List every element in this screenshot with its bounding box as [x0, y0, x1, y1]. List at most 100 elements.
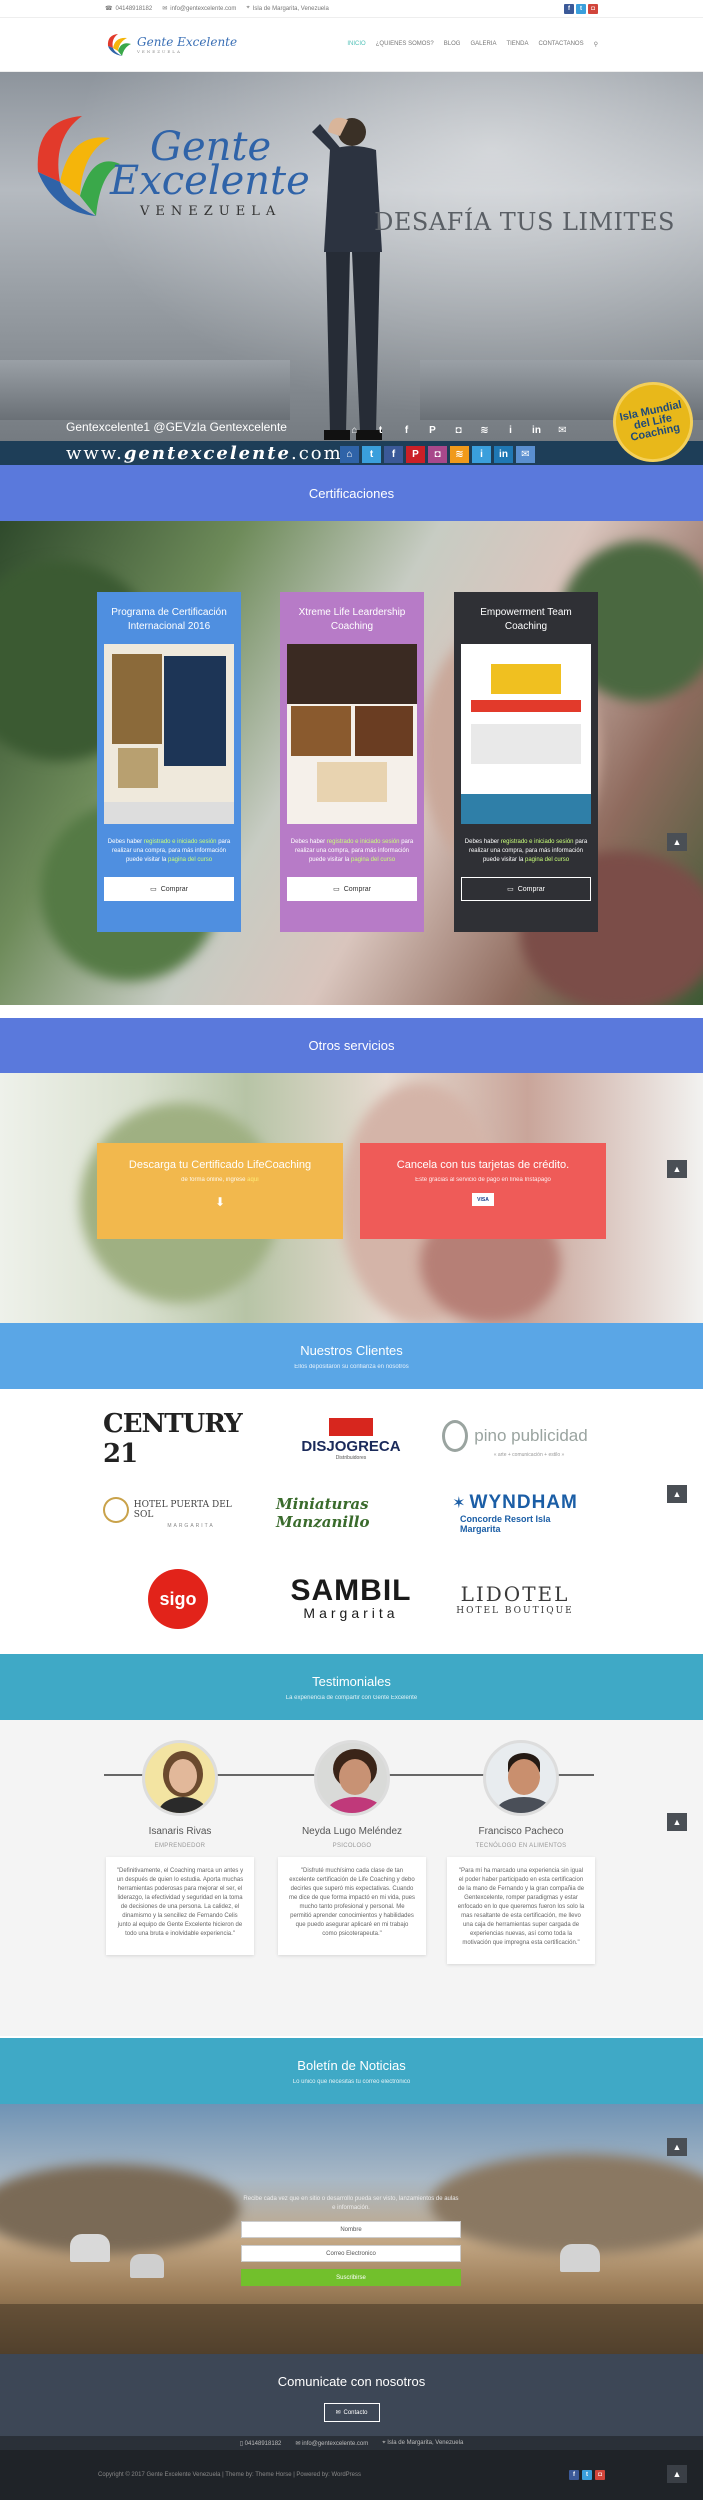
client-logo-lidotel[interactable]: LIDOTEL HOTEL BOUTIQUE	[440, 1569, 590, 1629]
cert-desc-pre: Debes haber	[464, 839, 501, 845]
client-logo-sigo[interactable]: sigo	[103, 1569, 253, 1629]
client-logo-puerta-del-sol[interactable]: HOTEL PUERTA DEL SOL MARGARITA	[103, 1483, 253, 1543]
linkedin-icon: in	[494, 446, 513, 463]
email-input[interactable]: Correo Electronico	[241, 2245, 461, 2262]
instagram-icon[interactable]: ◘	[595, 2470, 605, 2480]
name-input[interactable]: Nombre	[241, 2221, 461, 2238]
hero-logo-icon	[37, 116, 120, 216]
logo-text[interactable]: Gente Excelente	[137, 35, 237, 49]
cert-login-link[interactable]: registrado e iniciado sesión	[144, 839, 217, 845]
footer-email-text[interactable]: info@gentexcelente.com	[302, 2441, 368, 2447]
otros-servicios-header: Otros servicios	[0, 1018, 703, 1073]
linkedin-icon: in	[532, 425, 541, 436]
instagram-icon[interactable]: ◘	[588, 3, 598, 14]
client-name: HOTEL PUERTA DEL SOL	[133, 1500, 232, 1520]
home-icon: ⌂	[351, 425, 358, 436]
mailbox-graphic	[70, 2234, 110, 2262]
facebook-icon[interactable]: f	[564, 3, 574, 14]
mail-icon: ✉	[516, 446, 535, 463]
client-logo-disjogreca[interactable]: DISJOGRECA Distribuidores	[276, 1409, 426, 1469]
client-logo-sambil[interactable]: SAMBIL Margarita	[276, 1569, 426, 1629]
pino-mark	[442, 1420, 469, 1452]
bg-mountain	[0, 2164, 240, 2254]
comprar-button[interactable]: ▭ Comprar	[104, 877, 234, 901]
facebook-icon[interactable]: f	[569, 2470, 579, 2480]
testimoniales-title: Testimoniales	[312, 1673, 391, 1689]
twitter-icon: t	[378, 425, 383, 436]
phone-icon: ☎	[105, 6, 113, 12]
footer-email[interactable]: ✉ info@gentexcelente.com	[295, 2440, 368, 2447]
client-sub: Distribuidores	[335, 1454, 367, 1461]
cert-course-link[interactable]: pagina del curso	[351, 857, 395, 863]
copyright-text: Copyright © 2017 Gente Excelente Venezue…	[98, 2472, 362, 2478]
twitter-icon[interactable]: t	[582, 2470, 592, 2480]
cert-flyer-image[interactable]	[104, 644, 234, 824]
comprar-button[interactable]: ▭ Comprar	[287, 877, 417, 901]
mailbox-graphic	[560, 2244, 600, 2272]
topbar-email[interactable]: ✉ info@gentexcelente.com	[162, 5, 236, 13]
testimoniales-subtitle: La experiencia de compartir con Gente Ex…	[285, 1694, 418, 1701]
client-logo-manzanillo[interactable]: Miniaturas Manzanillo	[276, 1483, 426, 1543]
footer-location: ⌖ Isla de Margarita, Venezuela	[382, 2440, 463, 2447]
scroll-up-button[interactable]: ▲	[667, 833, 687, 851]
twitter-icon[interactable]: t	[576, 3, 586, 14]
contacto-title: Comunicate con nosotros	[277, 2374, 426, 2389]
scroll-up-button[interactable]: ▲	[667, 1813, 687, 1831]
service-desc-pre: Este gracias al servicio de pago en líne…	[415, 1177, 551, 1183]
subscribe-button[interactable]: Suscribirse	[241, 2269, 461, 2286]
hero-logo-text: Gente Excelente	[110, 127, 310, 201]
scroll-up-button[interactable]: ▲	[667, 1160, 687, 1178]
cert-login-link[interactable]: registrado e iniciado sesión	[327, 839, 400, 845]
nav-tienda[interactable]: TIENDA	[506, 41, 528, 48]
topbar-location-text: Isla de Margarita, Venezuela	[252, 5, 329, 12]
comprar-button[interactable]: ▭ Comprar	[461, 877, 591, 901]
cert-login-link[interactable]: registrado e iniciado sesión	[501, 839, 574, 845]
scroll-up-button[interactable]: ▲	[667, 2465, 687, 2483]
contacto-label: Contacto	[343, 2409, 368, 2416]
testimonial-name: Neyda Lugo Meléndez	[301, 1826, 403, 1837]
visa-icon[interactable]: VISA	[472, 1193, 494, 1206]
nav-contactanos[interactable]: CONTACTANOS	[538, 41, 583, 48]
newsletter-form: Recibe cada vez que en sitio o desarroll…	[241, 2195, 461, 2286]
cert-course-link[interactable]: pagina del curso	[168, 857, 212, 863]
cert-flyer-image[interactable]	[461, 644, 591, 824]
logo-sub: VENEZUELA	[137, 49, 182, 54]
client-logo-wyndham[interactable]: ✶ WYNDHAM Concorde Resort Isla Margarita	[440, 1483, 590, 1543]
certificado-link[interactable]: aquí	[247, 1177, 259, 1183]
nav-quienes-somos[interactable]: ¿QUIENES SOMOS?	[376, 41, 434, 48]
nav-blog[interactable]: BLOG	[444, 41, 461, 48]
service-title: Cancela con tus tarjetas de crédito.	[396, 1159, 570, 1171]
instagram-icon: ◘	[428, 446, 447, 463]
pinterest-icon: P	[406, 446, 425, 463]
cert-flyer-image[interactable]	[287, 644, 417, 824]
boletin-header: Boletín de Noticias Lo único que necesit…	[0, 2038, 703, 2104]
instagram-icon: ◘	[455, 425, 462, 436]
clientes-title: Nuestros Clientes	[300, 1342, 403, 1358]
chevron-up-icon: ▲	[672, 1489, 682, 1499]
mail-icon: ✉	[558, 425, 567, 436]
client-name: CENTURY 21	[103, 1409, 243, 1469]
scroll-up-button[interactable]: ▲	[667, 1485, 687, 1503]
scroll-up-button[interactable]: ▲	[667, 2138, 687, 2156]
service-card: Cancela con tus tarjetas de crédito. Est…	[360, 1143, 606, 1239]
facebook-icon: f	[384, 446, 403, 463]
main-nav: INICIO ¿QUIENES SOMOS? BLOG GALERIA TIEN…	[347, 41, 598, 48]
hero-title: DESAFÍA TUS LIMITES	[374, 208, 675, 236]
footer-location-text: Isla de Margarita, Venezuela	[387, 2439, 464, 2446]
download-icon[interactable]: ⬇	[215, 1195, 225, 1209]
logo-icon[interactable]	[105, 32, 133, 58]
mailbox-graphic	[130, 2254, 164, 2278]
site-logo[interactable]: Gente Excelente VENEZUELA	[137, 35, 237, 54]
topbar-email-text[interactable]: info@gentexcelente.com	[170, 6, 236, 12]
client-logo-pino[interactable]: pino publicidad « arte + comunicación + …	[440, 1409, 590, 1469]
client-logo-century21[interactable]: CENTURY 21	[103, 1409, 253, 1469]
cert-desc: Debes haber registrado e iniciado sesión…	[464, 838, 588, 865]
cert-course-link[interactable]: pagina del curso	[525, 857, 569, 863]
contacto-button[interactable]: ✉ Contacto	[323, 2403, 380, 2422]
nav-galeria[interactable]: GALERIA	[470, 41, 496, 48]
nav-inicio[interactable]: INICIO	[347, 41, 365, 48]
clients-grid: CENTURY 21 DISJOGRECA Distribuidores pin…	[0, 1389, 703, 1654]
hero-logo: Gente Excelente VENEZUELA	[30, 112, 310, 227]
search-icon[interactable]: ⚲	[594, 41, 598, 48]
testimonial-name: Isanaris Rivas	[148, 1826, 212, 1837]
